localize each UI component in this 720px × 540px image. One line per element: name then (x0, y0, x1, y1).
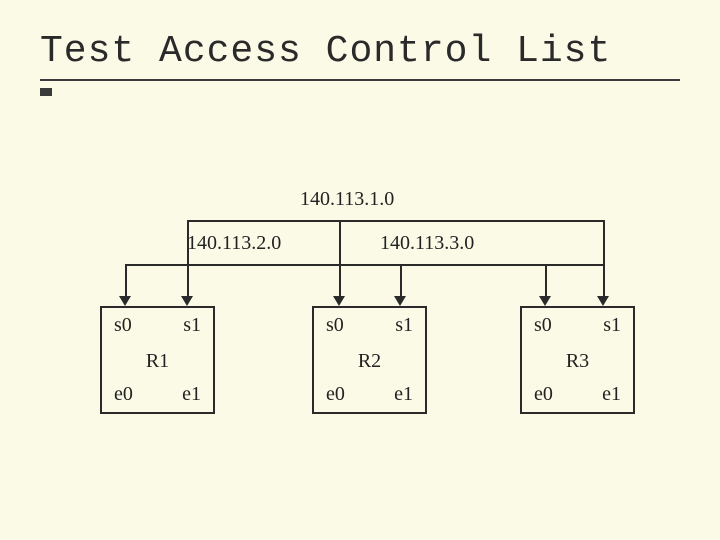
arrow-r3-s1 (597, 296, 609, 306)
r2-port-e0: e0 (326, 383, 345, 406)
arrow-r2-s1 (394, 296, 406, 306)
router-r3: s0 s1 R3 e0 e1 (520, 306, 635, 414)
line-drop-r3-s0-part (603, 220, 605, 298)
r1-port-e0: e0 (114, 383, 133, 406)
label-network-left: 140.113.2.0 (187, 232, 281, 255)
r3-port-s1: s1 (603, 314, 621, 337)
line-drop-r1-s0 (125, 264, 127, 298)
r3-port-e0: e0 (534, 383, 553, 406)
r2-name: R2 (314, 350, 425, 373)
line-drop-r3-s0 (545, 264, 547, 298)
arrow-r3-s0 (539, 296, 551, 306)
r1-port-e1: e1 (182, 383, 201, 406)
r1-port-s1: s1 (183, 314, 201, 337)
r2-port-e1: e1 (394, 383, 413, 406)
r3-port-s0: s0 (534, 314, 552, 337)
r1-name: R1 (102, 350, 213, 373)
network-diagram: 140.113.1.0 140.113.2.0 140.113.3.0 s0 s… (0, 0, 720, 540)
label-network-right: 140.113.3.0 (380, 232, 474, 255)
r1-port-s0: s0 (114, 314, 132, 337)
line-top-bus (187, 220, 605, 222)
line-drop-r2-s1 (400, 264, 402, 298)
arrow-r1-s1 (181, 296, 193, 306)
router-r2: s0 s1 R2 e0 e1 (312, 306, 427, 414)
arrow-r2-s0 (333, 296, 345, 306)
r3-name: R3 (522, 350, 633, 373)
arrow-r1-s0 (119, 296, 131, 306)
r3-port-e1: e1 (602, 383, 621, 406)
line-drop-r2-s0 (339, 220, 341, 298)
router-r1: s0 s1 R1 e0 e1 (100, 306, 215, 414)
r2-port-s1: s1 (395, 314, 413, 337)
label-network-top: 140.113.1.0 (300, 188, 394, 211)
line-mid-bus (125, 264, 605, 266)
r2-port-s0: s0 (326, 314, 344, 337)
